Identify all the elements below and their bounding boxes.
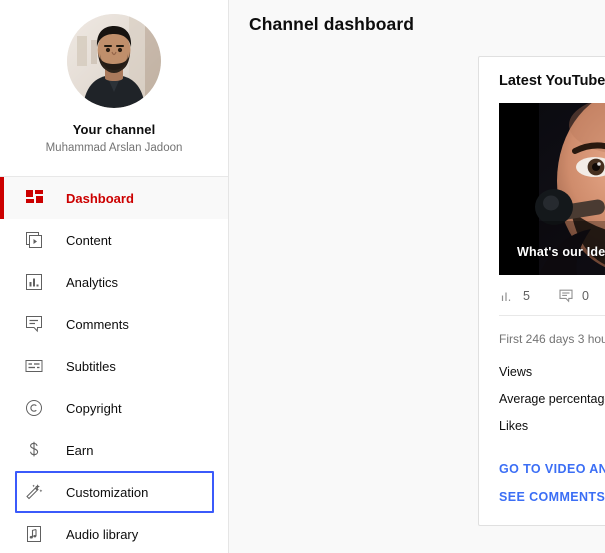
user-avatar-photo — [67, 14, 161, 108]
see-comments-link[interactable]: SEE COMMENTS (0) — [499, 483, 605, 511]
sidebar-item-analytics[interactable]: Analytics — [0, 261, 228, 303]
sidebar-item-label: Content — [66, 232, 112, 248]
analytics-bar-icon — [499, 288, 515, 304]
sidebar-item-copyright[interactable]: Copyright — [0, 387, 228, 429]
video-stats-row: 5 0 — [499, 275, 605, 316]
metric-label: Average percentage viewed — [499, 391, 605, 406]
youtube-studio-window: Your channel Muhammad Arslan Jadoon Dash… — [0, 0, 605, 553]
sidebar-item-label: Earn — [66, 442, 94, 458]
sidebar-item-dashboard[interactable]: Dashboard — [0, 177, 228, 219]
period-label: First 246 days 3 hours — [499, 332, 605, 346]
sidebar-item-label: Subtitles — [66, 358, 116, 374]
magic-wand-icon — [22, 480, 46, 504]
metric-label: Views — [499, 364, 533, 379]
sidebar-item-content[interactable]: Content — [0, 219, 228, 261]
avatar[interactable] — [67, 14, 161, 108]
sidebar-item-label: Analytics — [66, 274, 119, 290]
video-caption: What's our Identity? — [517, 245, 605, 259]
page-title: Channel dashboard — [249, 14, 415, 34]
analytics-bar-icon — [22, 270, 46, 294]
metric-row: Likes 0 — [499, 412, 605, 439]
metric-row: Average percentage viewed 13.7% — [499, 385, 605, 412]
sidebar-nav: Dashboard Content Analytics Comments Sub… — [0, 177, 228, 553]
go-to-video-analytics-link[interactable]: GO TO VIDEO ANALYTICS — [499, 455, 605, 483]
sidebar: Your channel Muhammad Arslan Jadoon Dash… — [0, 0, 229, 553]
video-thumbnail[interactable]: What's our Identity? — [499, 103, 605, 275]
content-video-icon — [22, 228, 46, 252]
metric-row: Views 5 — [499, 358, 605, 385]
card-title: Latest YouTube Short performance — [499, 73, 605, 89]
main-content: Channel dashboard Latest YouTube Short p… — [229, 0, 605, 553]
sidebar-item-label: Comments — [66, 316, 129, 332]
channel-owner: Muhammad Arslan Jadoon — [45, 142, 183, 154]
music-note-icon — [22, 522, 46, 546]
sidebar-item-earn[interactable]: Earn — [0, 429, 228, 471]
subtitles-icon — [22, 354, 46, 378]
dashboard-grid-icon — [22, 186, 46, 210]
earn-dollar-icon — [22, 438, 46, 462]
comments-bubble-icon — [558, 288, 574, 304]
metric-label: Likes — [499, 418, 529, 433]
comments-bubble-icon — [22, 312, 46, 336]
stat-value: 0 — [581, 289, 589, 303]
sidebar-item-comments[interactable]: Comments — [0, 303, 228, 345]
sidebar-item-label: Audio library — [66, 526, 139, 542]
stat-comments: 0 — [558, 288, 589, 304]
sidebar-item-label: Dashboard — [66, 190, 134, 206]
sidebar-item-customization[interactable]: Customization — [15, 471, 214, 513]
sidebar-item-subtitles[interactable]: Subtitles — [0, 345, 228, 387]
sidebar-item-audio-library[interactable]: Audio library — [0, 513, 228, 553]
card-links: GO TO VIDEO ANALYTICS SEE COMMENTS (0) — [499, 439, 605, 511]
channel-title: Your channel — [72, 122, 156, 137]
sidebar-item-label: Copyright — [66, 400, 122, 416]
stat-value: 5 — [523, 289, 530, 303]
stat-views: 5 — [499, 288, 530, 304]
latest-short-performance-card: Latest YouTube Short performance — [478, 56, 605, 526]
copyright-icon — [22, 396, 46, 420]
sidebar-item-label: Customization — [66, 484, 149, 500]
channel-block: Your channel Muhammad Arslan Jadoon — [0, 0, 228, 168]
